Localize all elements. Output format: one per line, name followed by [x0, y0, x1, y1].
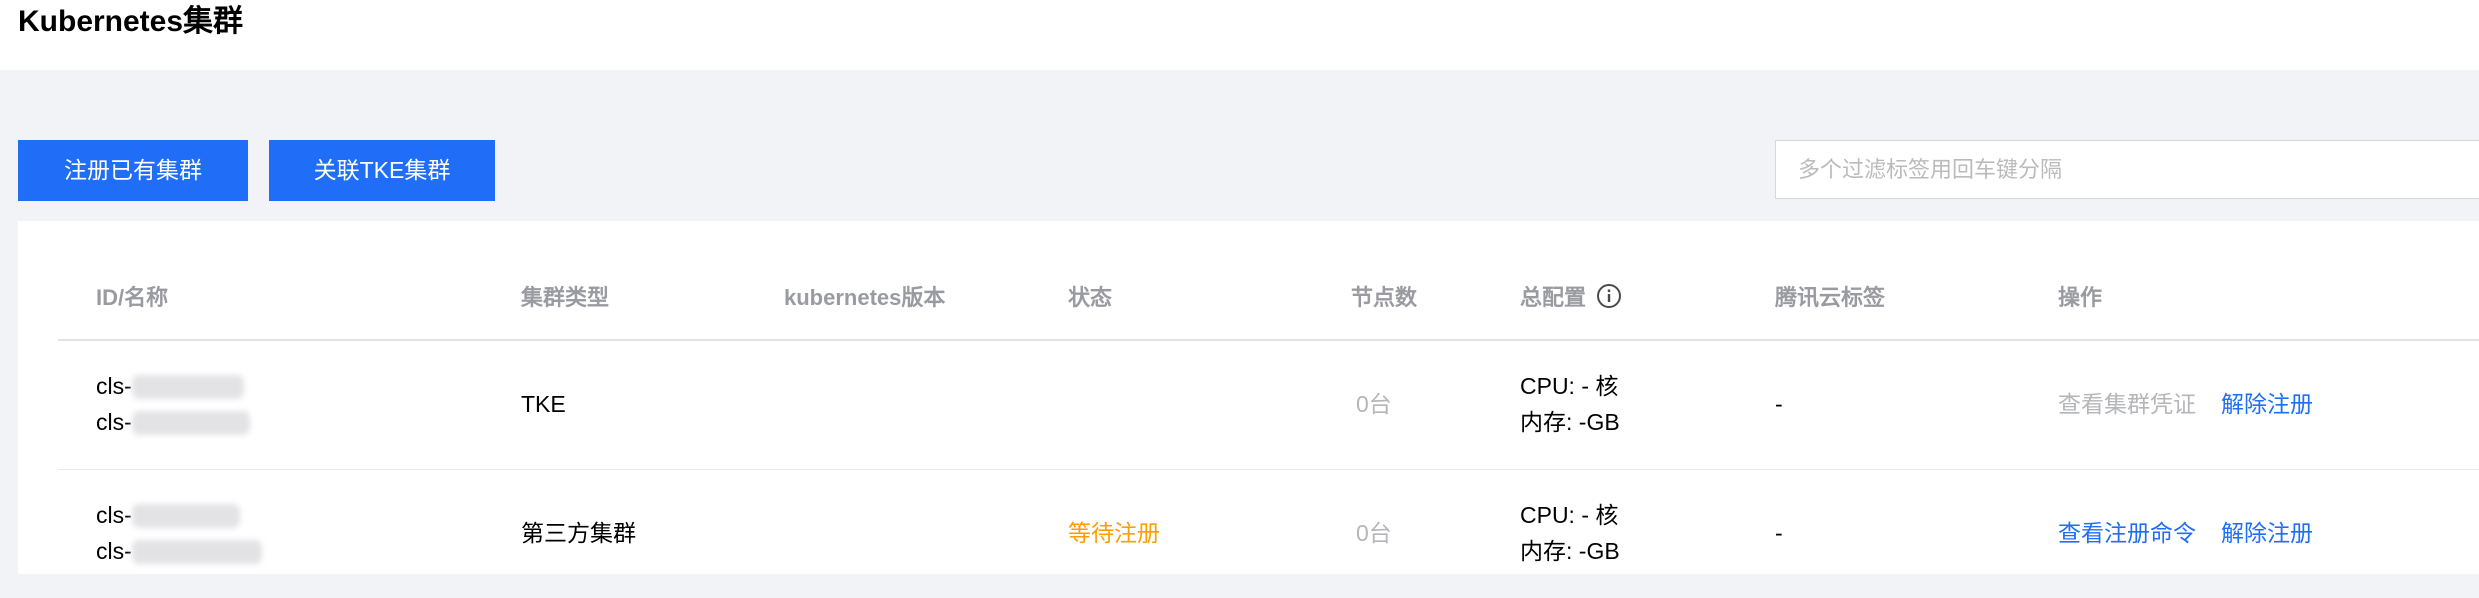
cluster-status: 等待注册: [1068, 520, 1160, 546]
cluster-type: 第三方集群: [521, 520, 636, 546]
column-header-total-config: 总配置: [1520, 283, 1622, 313]
column-header-status: 状态: [1068, 285, 1113, 310]
register-cluster-button[interactable]: 注册已有集群: [18, 140, 248, 201]
column-header-cluster-type: 集群类型: [521, 285, 610, 310]
memory-config: 内存: -GB: [1520, 409, 1620, 435]
view-register-command-action[interactable]: 查看注册命令: [2058, 515, 2196, 551]
total-config-cell: CPU: - 核 内存: -GB: [1520, 368, 1620, 440]
memory-config: 内存: -GB: [1520, 538, 1620, 564]
redacted-id: [131, 375, 244, 399]
cpu-config: CPU: - 核: [1520, 502, 1619, 528]
redacted-id: [131, 504, 240, 528]
table-header: ID/名称 集群类型 kubernetes版本 状态 节点数 总配置 腾讯云标签…: [58, 221, 2479, 341]
table-row: cls- cls- 第三方集群 等待注册 0台 CPU: - 核 内存: -GB…: [58, 470, 2479, 598]
column-header-node-count: 节点数: [1351, 285, 1418, 310]
cluster-name: cls-: [96, 533, 262, 569]
column-header-total-config-label: 总配置: [1520, 285, 1587, 310]
view-credentials-action[interactable]: 查看集群凭证: [2058, 386, 2196, 422]
link-tke-cluster-button[interactable]: 关联TKE集群: [269, 140, 495, 201]
cluster-id: cls-: [96, 497, 262, 533]
cluster-table: ID/名称 集群类型 kubernetes版本 状态 节点数 总配置 腾讯云标签…: [18, 221, 2479, 574]
page-header: Kubernetes集群: [0, 0, 2479, 70]
node-count: 0台: [1356, 391, 1392, 417]
tencent-tags: -: [1775, 391, 1783, 417]
cluster-id-prefix: cls-: [96, 502, 132, 528]
column-header-k8s-version: kubernetes版本: [784, 285, 946, 310]
cluster-id: cls-: [96, 368, 250, 404]
column-header-actions: 操作: [2058, 285, 2103, 310]
unregister-action[interactable]: 解除注册: [2221, 386, 2313, 422]
cluster-type: TKE: [521, 391, 566, 417]
tencent-tags: -: [1775, 520, 1783, 546]
redacted-name: [131, 411, 250, 435]
info-circle-icon[interactable]: [1596, 283, 1622, 309]
column-header-id-name: ID/名称: [96, 285, 169, 310]
cluster-id-name-cell: cls- cls-: [96, 368, 250, 440]
cluster-name: cls-: [96, 404, 250, 440]
redacted-name: [131, 540, 262, 564]
tag-filter-search-input[interactable]: [1775, 140, 2479, 199]
total-config-cell: CPU: - 核 内存: -GB: [1520, 497, 1620, 569]
cpu-config: CPU: - 核: [1520, 373, 1619, 399]
cluster-id-prefix: cls-: [96, 373, 132, 399]
cluster-name-prefix: cls-: [96, 538, 132, 564]
table-row: cls- cls- TKE 0台 CPU: - 核 内存: -GB - 查看集群…: [58, 341, 2479, 470]
page-title: Kubernetes集群: [18, 5, 244, 38]
node-count: 0台: [1356, 520, 1392, 546]
cluster-name-prefix: cls-: [96, 409, 132, 435]
column-header-tencent-tags: 腾讯云标签: [1775, 285, 1886, 310]
unregister-action[interactable]: 解除注册: [2221, 515, 2313, 551]
cluster-id-name-cell: cls- cls-: [96, 497, 262, 569]
